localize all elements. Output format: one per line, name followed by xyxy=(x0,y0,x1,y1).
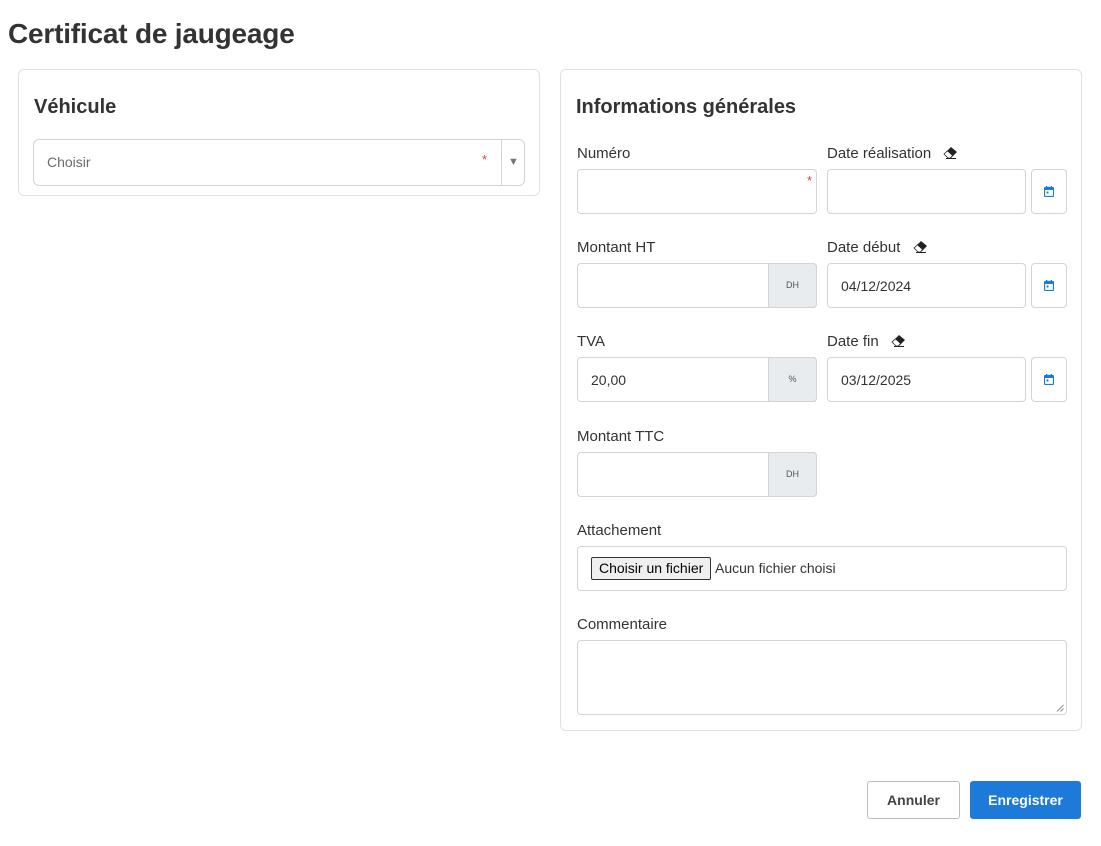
commentaire-label: Commentaire xyxy=(577,616,668,633)
vehicule-card: Véhicule Choisir * ▼ xyxy=(18,69,540,196)
resize-handle-icon[interactable] xyxy=(1056,704,1064,712)
attachement-label: Attachement xyxy=(577,522,662,539)
page-title: Certificat de jaugeage xyxy=(8,18,295,49)
date-realisation-input[interactable] xyxy=(827,169,1026,214)
vehicule-select[interactable]: Choisir * ▼ xyxy=(33,139,525,186)
calendar-icon xyxy=(1044,374,1054,385)
date-fin-value: 03/12/2025 xyxy=(841,372,912,388)
informations-card: Informations générales Numéro * Date réa… xyxy=(560,69,1082,731)
eraser-icon[interactable] xyxy=(912,241,927,253)
montant-ht-unit: DH xyxy=(768,263,817,308)
date-fin-input[interactable]: 03/12/2025 xyxy=(827,357,1026,402)
file-status: Aucun fichier choisi xyxy=(715,560,836,576)
tva-unit: % xyxy=(768,357,817,402)
numero-label: Numéro xyxy=(577,145,631,162)
vehicule-select-placeholder: Choisir xyxy=(47,154,91,170)
montant-ttc-unit: DH xyxy=(768,452,817,497)
required-mark: * xyxy=(806,173,812,188)
vehicule-card-title: Véhicule xyxy=(34,96,117,118)
eraser-icon[interactable] xyxy=(891,335,905,347)
date-fin-label-row: Date fin xyxy=(827,333,905,350)
tva-label: TVA xyxy=(577,333,606,350)
date-debut-value: 04/12/2024 xyxy=(841,278,912,294)
numero-input[interactable]: * xyxy=(577,169,817,214)
select-separator xyxy=(501,140,502,185)
montant-ht-label: Montant HT xyxy=(577,239,656,256)
date-realisation-calendar-button[interactable] xyxy=(1031,169,1067,214)
cancel-button[interactable]: Annuler xyxy=(867,781,960,819)
calendar-icon xyxy=(1044,280,1054,291)
choose-file-button[interactable]: Choisir un fichier xyxy=(591,557,712,580)
attachement-file-input[interactable]: Choisir un fichier Aucun fichier choisi xyxy=(577,546,1067,591)
caret-down-icon[interactable]: ▼ xyxy=(508,156,519,168)
montant-ttc-label: Montant TTC xyxy=(577,428,665,445)
date-debut-input[interactable]: 04/12/2024 xyxy=(827,263,1026,308)
informations-card-title: Informations générales xyxy=(576,96,797,118)
tva-value: 20,00 xyxy=(591,372,627,388)
date-realisation-label-row: Date réalisation xyxy=(827,145,958,162)
date-realisation-label: Date réalisation xyxy=(827,145,932,162)
save-button[interactable]: Enregistrer xyxy=(970,781,1081,819)
eraser-icon[interactable] xyxy=(943,147,958,159)
calendar-icon xyxy=(1044,186,1054,197)
date-debut-label-row: Date début xyxy=(827,239,927,256)
required-mark: * xyxy=(482,152,488,167)
montant-ttc-input[interactable]: DH xyxy=(577,452,817,497)
date-fin-label: Date fin xyxy=(827,333,879,350)
date-debut-label: Date début xyxy=(827,239,901,256)
date-fin-calendar-button[interactable] xyxy=(1031,357,1067,402)
commentaire-textarea[interactable] xyxy=(577,640,1067,715)
tva-input[interactable]: 20,00 % xyxy=(577,357,817,402)
date-debut-calendar-button[interactable] xyxy=(1031,263,1067,308)
montant-ht-input[interactable]: DH xyxy=(577,263,817,308)
